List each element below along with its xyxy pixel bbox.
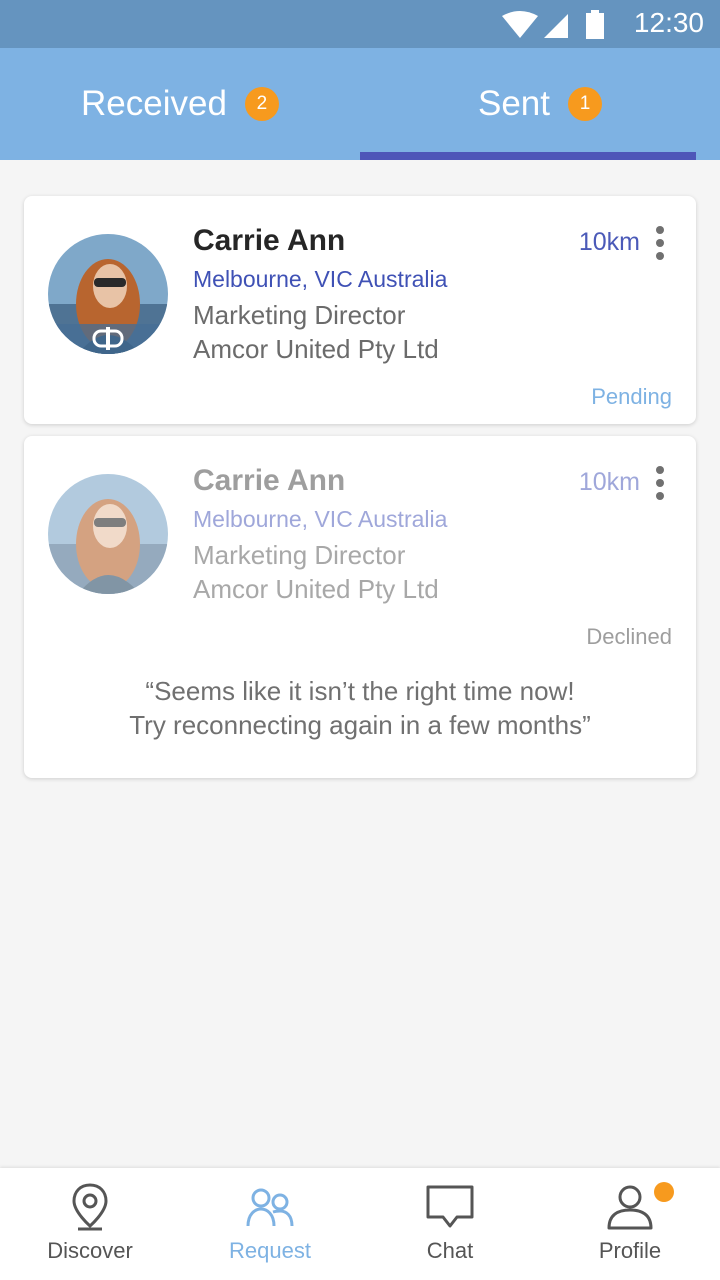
contact-company: Amcor United Pty Ltd	[193, 334, 439, 364]
status-icons	[500, 10, 620, 39]
contact-name: Carrie Ann	[193, 464, 346, 497]
tab-received-label: Received	[81, 84, 227, 123]
people-icon	[180, 1182, 360, 1232]
status-label: Pending	[591, 384, 672, 409]
nav-request[interactable]: Request	[180, 1168, 360, 1280]
nav-chat-label: Chat	[426, 1238, 474, 1263]
status-time: 12:30	[633, 7, 704, 38]
nav-request-label: Request	[229, 1238, 311, 1263]
tab-received[interactable]: Received 2	[0, 48, 360, 160]
notification-dot	[654, 1182, 674, 1202]
status-bar: 12:30	[0, 0, 720, 48]
tab-sent-badge: 1	[568, 87, 602, 121]
contact-name: Carrie Ann	[193, 224, 346, 257]
more-options-icon[interactable]	[652, 226, 668, 260]
tab-received-badge: 2	[244, 87, 279, 121]
tab-sent[interactable]: Sent 1	[360, 48, 720, 160]
tab-active-indicator	[360, 152, 696, 160]
wifi-icon	[502, 11, 538, 38]
nav-profile-label: Profile	[598, 1238, 662, 1263]
decline-message: “Seems like it isn’t the right time now!…	[24, 674, 696, 742]
signal-icon	[544, 14, 568, 38]
person-icon	[540, 1182, 720, 1232]
contact-location: Melbourne, VIC Australia	[193, 266, 448, 292]
more-options-icon[interactable]	[652, 466, 668, 500]
status-label: Declined	[586, 624, 672, 649]
contact-distance: 10km	[578, 468, 640, 496]
request-card-declined[interactable]: Carrie Ann Melbourne, VIC Australia Mark…	[24, 436, 696, 778]
location-pin-icon	[0, 1182, 180, 1232]
bottom-navigation: Discover Request Chat Profile	[0, 1168, 720, 1280]
contact-title: Marketing Director	[193, 300, 406, 330]
battery-icon	[586, 10, 604, 39]
contact-location: Melbourne, VIC Australia	[193, 506, 448, 532]
request-card-pending[interactable]: Carrie Ann Melbourne, VIC Australia Mark…	[24, 196, 696, 424]
avatar[interactable]	[48, 474, 168, 594]
decline-message-line-1: “Seems like it isn’t the right time now!	[145, 676, 575, 706]
chat-bubble-icon	[360, 1182, 540, 1232]
nav-discover-label: Discover	[47, 1238, 133, 1263]
contact-company: Amcor United Pty Ltd	[193, 574, 439, 604]
request-tabs: Received 2 Sent 1	[0, 48, 720, 160]
contact-distance: 10km	[578, 228, 640, 256]
nav-chat[interactable]: Chat	[360, 1168, 540, 1280]
nav-profile[interactable]: Profile	[540, 1168, 720, 1280]
avatar[interactable]	[48, 234, 168, 354]
nav-discover[interactable]: Discover	[0, 1168, 180, 1280]
decline-message-line-2: Try reconnecting again in a few months”	[129, 710, 591, 740]
contact-title: Marketing Director	[193, 540, 406, 570]
tab-sent-label: Sent	[478, 84, 550, 123]
